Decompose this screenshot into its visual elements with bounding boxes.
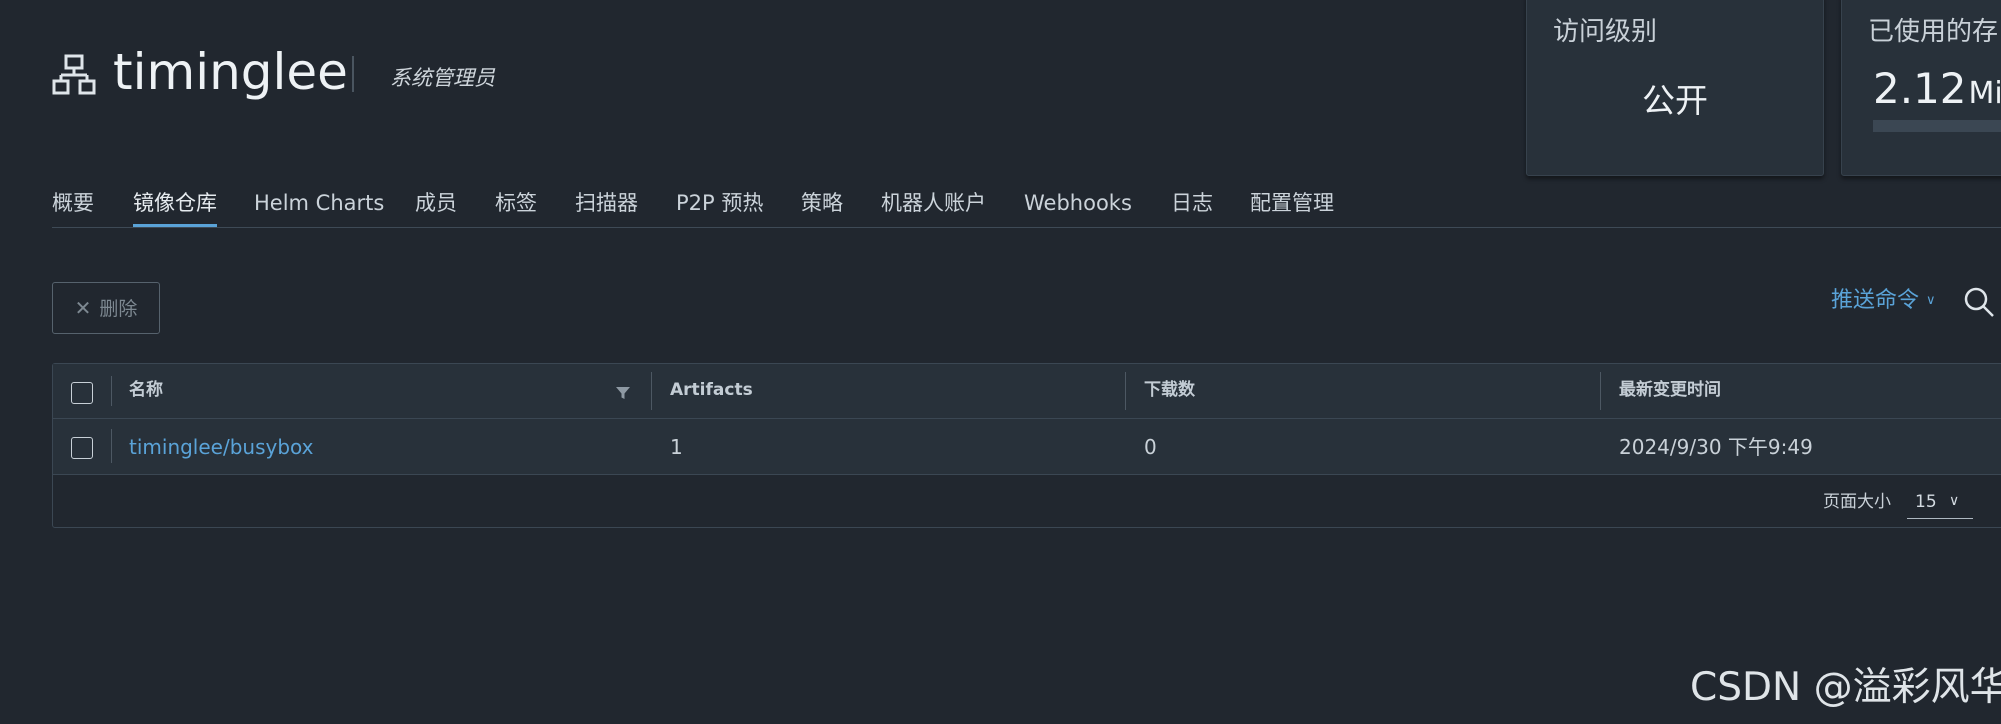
delete-button[interactable]: ✕ 删除 (52, 282, 160, 334)
select-all-checkbox[interactable] (71, 382, 93, 404)
storage-usage-title: 已使用的存 (1868, 17, 1999, 47)
storage-usage-number: 2.12 (1873, 64, 1967, 113)
access-level-title: 访问级别 (1553, 17, 1658, 47)
repository-name-link[interactable]: timinglee/busybox (129, 433, 314, 461)
access-level-value: 公开 (1642, 81, 1708, 120)
user-role: 系统管理员 (390, 66, 495, 90)
project-name: timinglee (113, 43, 348, 101)
storage-usage-value: 2.12MiB (1873, 65, 2001, 118)
tab-webhooks[interactable]: Webhooks (1024, 182, 1132, 228)
tabs-divider (52, 227, 2001, 228)
title-divider (352, 56, 354, 92)
tab-configuration[interactable]: 配置管理 (1250, 182, 1334, 228)
tab-members[interactable]: 成员 (415, 182, 457, 228)
artifacts-count: 1 (670, 435, 683, 459)
table-row: timinglee/busybox 1 0 2024/9/30 下午9:49 (53, 419, 2001, 475)
storage-usage-card: 已使用的存 2.12MiB (1841, 0, 2001, 176)
tab-scanner[interactable]: 扫描器 (575, 182, 638, 228)
table-footer: 页面大小 15 ∨ (53, 475, 2001, 527)
column-separator (111, 429, 112, 463)
column-header-name[interactable]: 名称 (129, 378, 163, 402)
table-header: 名称 Artifacts 下载数 最新变更时间 (53, 364, 2001, 419)
storage-usage-unit: MiB (1968, 76, 2001, 111)
tab-logs[interactable]: 日志 (1171, 182, 1213, 228)
column-header-updated-time[interactable]: 最新变更时间 (1619, 378, 1721, 402)
column-separator (651, 372, 652, 410)
search-icon[interactable] (1963, 286, 1995, 318)
access-level-card: 访问级别 公开 (1526, 0, 1824, 176)
project-icon (52, 54, 96, 95)
tab-p2p-preheat[interactable]: P2P 预热 (676, 182, 763, 228)
column-separator (1125, 372, 1126, 410)
repository-table: 名称 Artifacts 下载数 最新变更时间 timinglee/busybo… (52, 363, 2001, 528)
chevron-down-icon: ∨ (1949, 493, 1960, 509)
chevron-down-icon: ∨ (1926, 293, 1936, 308)
push-command-label: 推送命令 (1831, 288, 1920, 313)
tab-policy[interactable]: 策略 (801, 182, 843, 228)
row-checkbox[interactable] (71, 437, 93, 459)
project-page: timinglee 系统管理员 访问级别 公开 已使用的存 2.12MiB 概要… (0, 0, 2001, 724)
push-command-dropdown[interactable]: 推送命令 ∨ (1831, 284, 1936, 318)
column-header-downloads[interactable]: 下载数 (1144, 378, 1195, 402)
storage-usage-bar (1873, 120, 2001, 132)
watermark: CSDN @溢彩风华 (1690, 665, 2001, 710)
tab-summary[interactable]: 概要 (52, 182, 94, 228)
page-size-label: 页面大小 (1823, 492, 1891, 512)
delete-button-label: 删除 (99, 298, 138, 320)
download-count: 0 (1144, 435, 1157, 459)
tab-repositories[interactable]: 镜像仓库 (133, 182, 217, 228)
tab-labels[interactable]: 标签 (495, 182, 537, 228)
filter-icon[interactable] (615, 385, 631, 401)
close-icon: ✕ (74, 296, 92, 320)
tab-helm-charts[interactable]: Helm Charts (254, 182, 384, 228)
page-size-select[interactable]: 15 ∨ (1907, 485, 1973, 519)
column-separator (1600, 372, 1601, 410)
column-separator (111, 376, 112, 406)
column-header-artifacts[interactable]: Artifacts (670, 378, 753, 402)
updated-time: 2024/9/30 下午9:49 (1619, 435, 1813, 459)
tab-robot-accounts[interactable]: 机器人账户 (881, 182, 986, 228)
page-size-value: 15 (1915, 492, 1937, 512)
